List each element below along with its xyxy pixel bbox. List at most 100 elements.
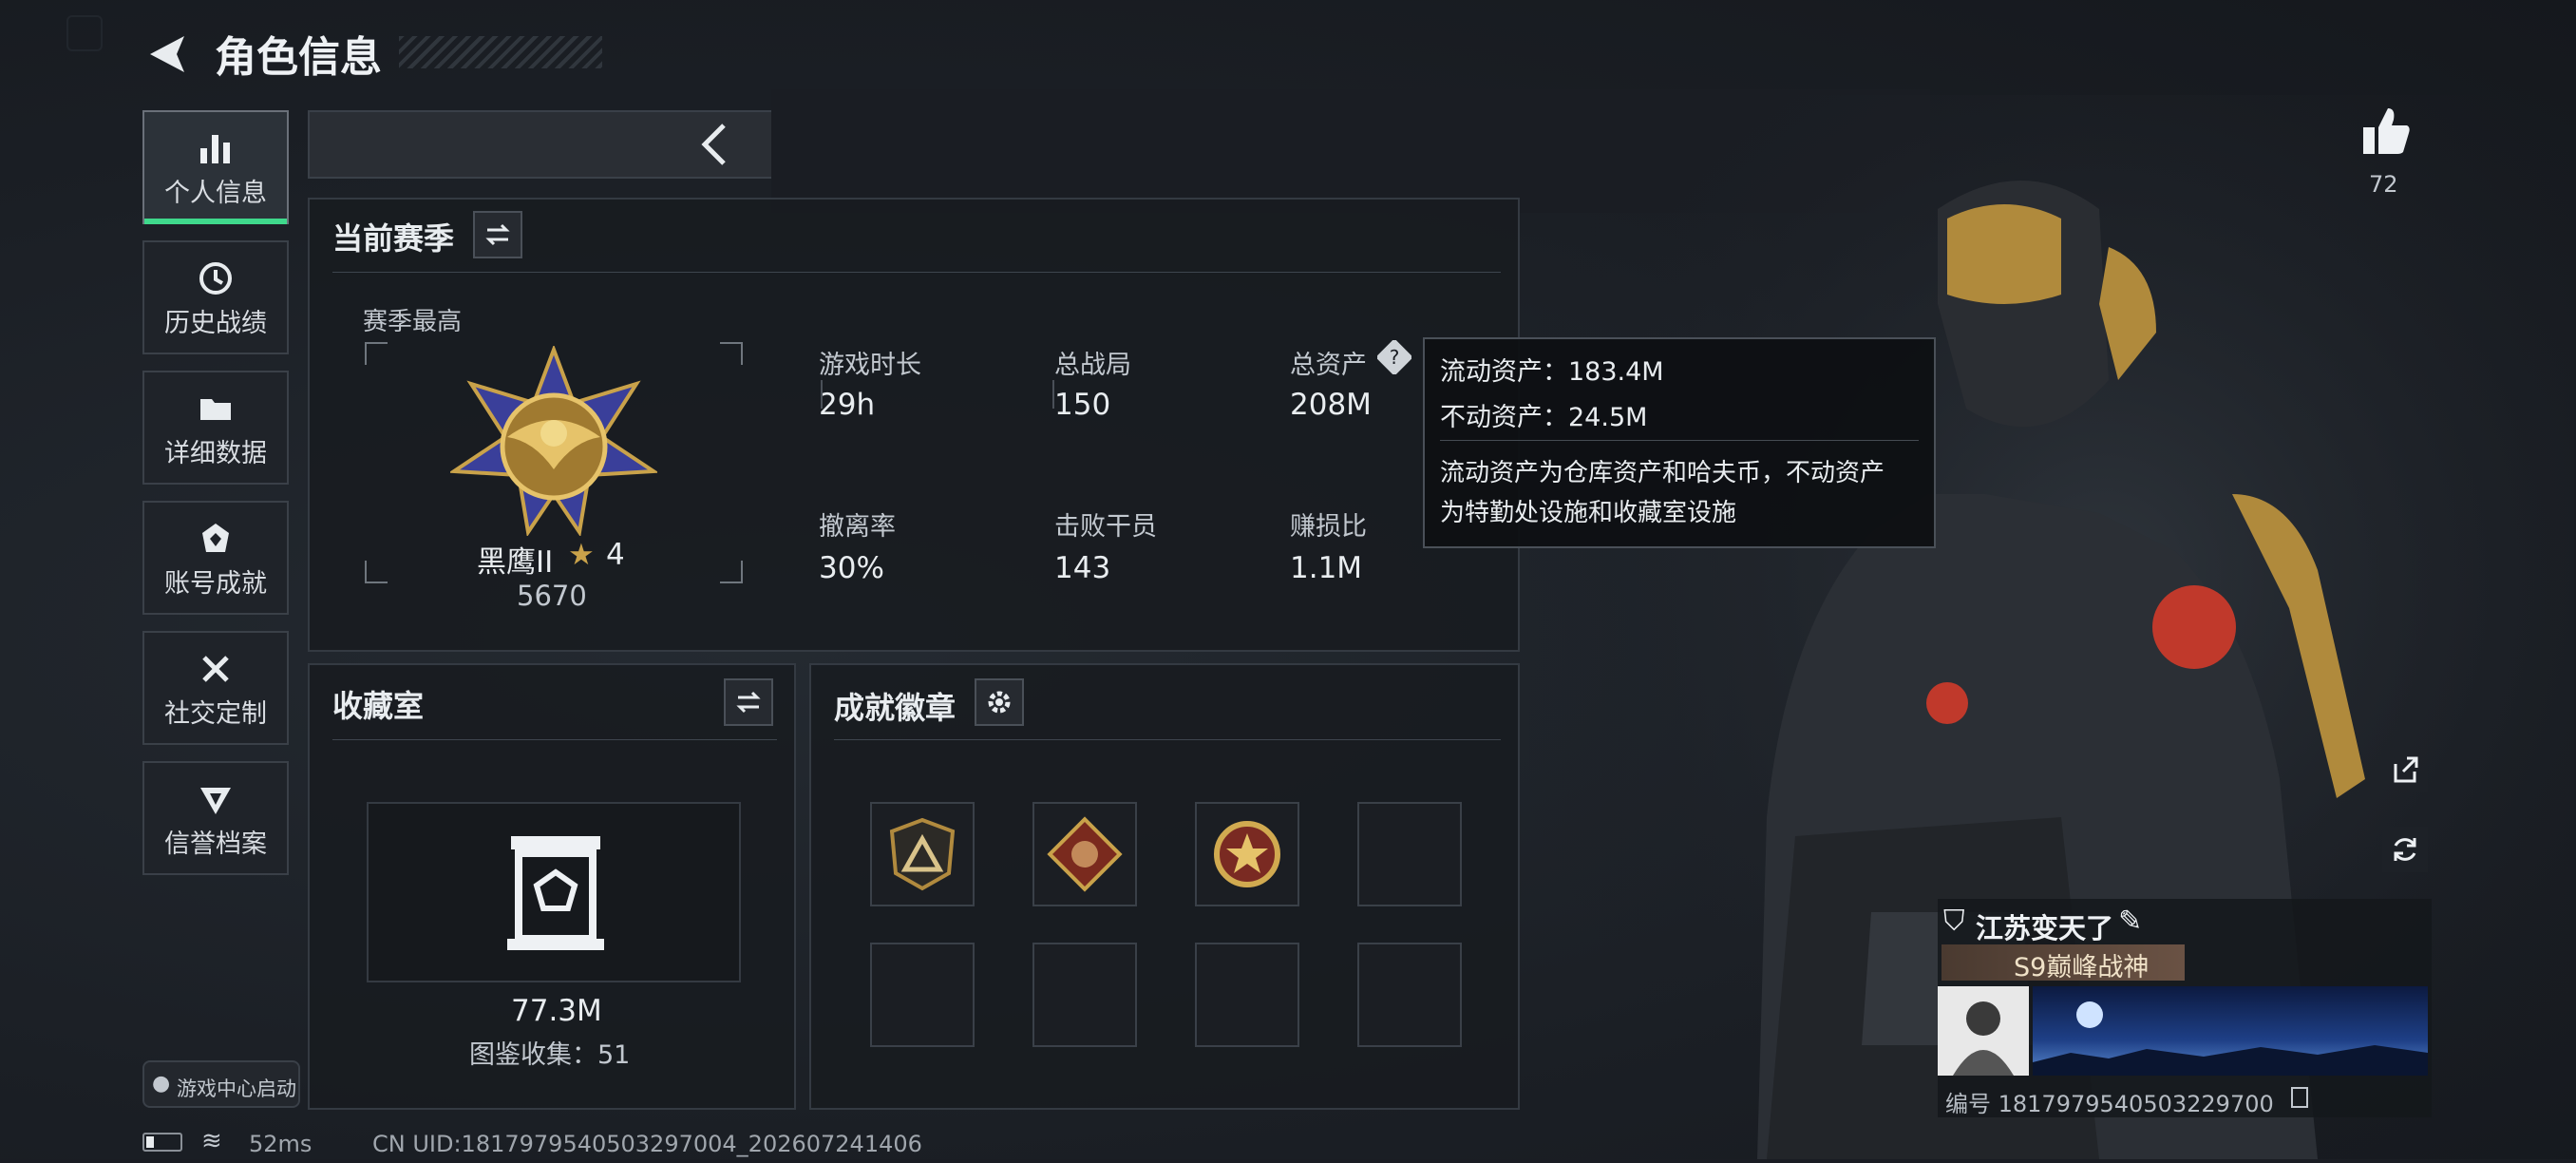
title-badge-text: S9巅峰战神 [2014,953,2150,982]
stat-tick [1052,380,1054,409]
svg-text:?: ? [1390,346,1400,369]
tools-icon [144,650,287,696]
collection-value: 77.3M [511,994,602,1028]
like-button[interactable] [2358,103,2415,160]
folder-icon [144,390,287,436]
game-center-button[interactable]: ● 游戏中心启动 [142,1060,300,1108]
player-id: 编号 1817979540503229700 [1945,1091,2274,1117]
game-center-label: 游戏中心启动 [177,1077,296,1100]
frame-corner [720,561,743,583]
badge-slot-empty[interactable] [870,943,975,1047]
divider [332,739,777,740]
sidebar-item-label: 社交定制 [164,699,267,729]
stat-tick [821,380,823,409]
collection-count: 图鉴收集：51 [469,1040,631,1070]
back-button[interactable] [142,29,194,80]
refresh-icon [2394,838,2416,861]
ping-text: 52ms [249,1131,313,1157]
assets-help-button[interactable]: ? [1375,338,1413,376]
question-icon: ? [1375,338,1413,376]
badge-slot-empty[interactable] [1357,943,1462,1047]
stat-value-extract-rate: 30% [819,551,884,585]
frame-corner [365,561,388,583]
shield-badge-icon: ⛉ [1943,905,1965,938]
badge-slot-empty[interactable] [1032,943,1137,1047]
title-decoration [399,36,602,68]
sidebar-item-label: 账号成就 [164,569,267,599]
tooltip-fixed-assets: 不动资产：24.5M [1440,403,1648,432]
gear-icon [988,691,1011,714]
history-icon [144,259,287,306]
badges-settings-button[interactable] [975,678,1024,726]
tooltip-divider [1440,440,1919,441]
sidebar-item-achievements[interactable]: 账号成就 [142,501,289,615]
frame-corner [720,342,743,365]
badge-slot[interactable] [1032,802,1137,906]
season-best-label: 赛季最高 [363,308,463,336]
rank-emblem-icon [447,344,660,540]
sidebar-item-label: 个人信息 [164,179,267,208]
active-indicator [144,219,287,224]
stat-value-kills: 143 [1054,551,1111,585]
stat-label-extract-rate: 撤离率 [819,512,896,542]
stat-label-matches: 总战局 [1054,351,1131,380]
rank-name: 黑鹰II [477,545,554,580]
player-avatar[interactable] [1938,986,2029,1076]
qq-icon: ● [152,1072,171,1096]
star-medal-badge-icon [1214,821,1280,887]
sidebar-item-social[interactable]: 社交定制 [142,631,289,745]
season-title: 当前赛季 [332,220,455,257]
achievement-icon [144,520,287,566]
share-button[interactable] [2382,747,2428,792]
chevron-left-icon [701,124,726,165]
thumbs-up-icon [2363,108,2410,154]
page-title: 角色信息 [215,33,382,82]
stat-label-kills: 击败干员 [1054,512,1157,542]
star-icon: ★ [568,538,595,572]
collection-title: 收藏室 [332,688,425,724]
badge-slot[interactable] [1195,802,1299,906]
season-switch-button[interactable] [473,211,522,258]
badge-slot[interactable] [870,802,975,906]
stat-value-playtime: 29h [819,388,876,422]
edit-name-button[interactable]: ✎ [2118,905,2142,938]
tooltip-liquid-assets: 流动资产：183.4M [1440,357,1664,387]
stat-value-assets: 208M [1290,388,1372,422]
stat-value-matches: 150 [1054,388,1111,422]
shield-icon [144,780,287,827]
collapse-button[interactable] [690,118,743,171]
copy-id-button[interactable] [2291,1087,2308,1108]
sidebar-item-label: 详细数据 [164,439,267,468]
sidebar-item-details[interactable]: 详细数据 [142,371,289,485]
stat-value-profit: 1.1M [1290,551,1363,585]
triangle-badge-icon [889,817,956,891]
rank-score: 5670 [517,580,587,612]
bar-chart-icon [144,129,287,176]
collection-room-image[interactable] [367,802,741,982]
vault-icon [507,836,604,950]
share-icon [2394,756,2418,783]
uid-text: CN UID:1817979540503297004_202607241406 [372,1131,922,1157]
badge-slot-empty[interactable] [1357,802,1462,906]
collection-switch-button[interactable] [724,678,773,726]
sidebar-item-label: 历史战绩 [164,309,267,338]
badges-title: 成就徽章 [834,690,957,726]
assets-tooltip: 流动资产：183.4M 不动资产：24.5M 流动资产为仓库资产和哈夫币，不动资… [1423,337,1936,548]
divider [332,272,1501,273]
refresh-button[interactable] [2382,827,2428,872]
badge-slot-empty[interactable] [1195,943,1299,1047]
wifi-icon: ≋ [201,1127,222,1155]
dragon-badge-icon [1047,816,1123,892]
sidebar-item-label: 信誉档案 [164,829,267,859]
frame-corner [365,342,388,365]
sidebar-item-personal-info[interactable]: 个人信息 [142,110,289,224]
arrow-left-icon [150,36,184,72]
corner-decoration [66,15,103,51]
sidebar-item-history[interactable]: 历史战绩 [142,240,289,354]
rank-stars: 4 [606,538,625,572]
like-count: 72 [2369,171,2398,198]
player-banner-image[interactable] [2033,986,2428,1076]
pencil-icon: ✎ [2118,905,2143,938]
tooltip-description-1: 流动资产为仓库资产和哈夫币，不动资产 [1440,459,1885,487]
sidebar-item-reputation[interactable]: 信誉档案 [142,761,289,875]
